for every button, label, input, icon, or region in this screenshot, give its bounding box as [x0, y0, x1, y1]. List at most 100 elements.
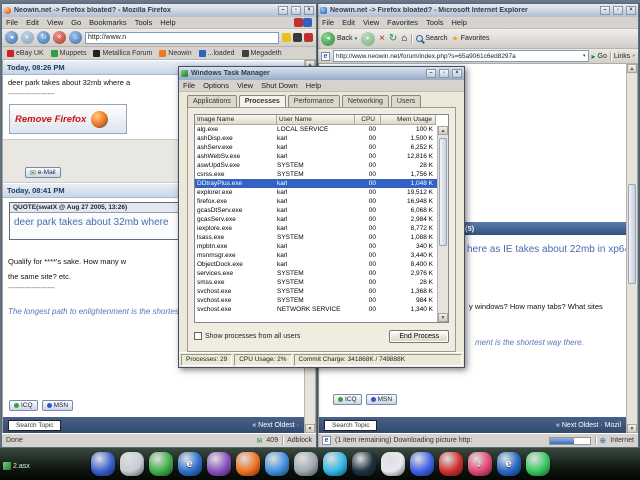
menu-item[interactable]: Shut Down — [261, 81, 298, 90]
email-button[interactable]: ✉ e-Mail — [25, 167, 61, 178]
process-row[interactable]: services.exe SYSTEM 00 2,976 K — [195, 269, 437, 278]
close-button[interactable]: × — [304, 6, 314, 15]
scroll-down-icon[interactable]: ▼ — [305, 424, 315, 433]
dropdown-icon[interactable]: ▾ — [583, 53, 586, 59]
process-row[interactable]: firefox.exe karl 00 16,948 K — [195, 197, 437, 206]
menu-item[interactable]: Options — [203, 81, 229, 90]
dock-icon[interactable] — [149, 452, 173, 476]
scroll-up-icon[interactable]: ▲ — [438, 126, 448, 135]
close-button[interactable]: × — [452, 69, 462, 78]
column-header[interactable]: CPU — [355, 115, 381, 125]
dock-icon[interactable] — [236, 452, 260, 476]
menu-item[interactable]: Help — [452, 18, 467, 27]
column-header[interactable]: Mem Usage — [381, 115, 436, 125]
dock-icon[interactable] — [91, 452, 115, 476]
favorites-button[interactable]: ★ Favorites — [452, 34, 490, 43]
dock-icon[interactable]: e — [497, 452, 521, 476]
process-row[interactable]: gcasDtServ.exe karl 00 6,068 K — [195, 206, 437, 215]
dock-icon[interactable] — [265, 452, 289, 476]
back-button[interactable]: ◂ Back ▾ — [321, 32, 357, 46]
column-header[interactable]: User Name — [277, 115, 355, 125]
process-list-scrollbar[interactable]: ▲ ▼ — [437, 126, 448, 322]
minimize-button[interactable]: – — [278, 6, 288, 15]
bookmark-item[interactable]: Muppets — [51, 50, 87, 57]
menu-item[interactable]: File — [183, 81, 195, 90]
url-field[interactable]: http://www.n — [85, 32, 279, 44]
refresh-button[interactable]: ↻ — [389, 33, 397, 45]
close-button[interactable]: × — [626, 6, 636, 15]
taskbar-item[interactable]: 2.asx — [3, 462, 30, 470]
bookmark-item[interactable]: Megadeth — [242, 50, 282, 57]
dock-icon[interactable] — [526, 452, 550, 476]
firefox-titlebar[interactable]: Neowin.net -> Firefox bloated? - Mozilla… — [2, 4, 316, 17]
back-button[interactable]: ◂ — [5, 31, 18, 44]
extension-icon[interactable] — [304, 33, 313, 42]
maximize-button[interactable]: ▫ — [613, 6, 623, 15]
process-row[interactable]: msnmsgr.exe karl 00 3,440 K — [195, 251, 437, 260]
process-row[interactable]: aswUpdSv.exe SYSTEM 00 28 K — [195, 161, 437, 170]
menu-item[interactable]: Tools — [426, 18, 444, 27]
extension-icon[interactable] — [303, 18, 312, 27]
maximize-button[interactable]: ▫ — [439, 69, 449, 78]
task-manager-titlebar[interactable]: Windows Task Manager – ▫ × — [179, 67, 464, 80]
icq-button[interactable]: ICQ — [333, 394, 362, 405]
menu-item[interactable]: Edit — [26, 18, 39, 27]
mail-icon[interactable]: ✉ — [257, 437, 263, 445]
menu-item[interactable]: File — [322, 18, 334, 27]
reload-button[interactable]: ↻ — [37, 31, 50, 44]
menu-item[interactable]: Help — [306, 81, 321, 90]
msn-button[interactable]: MSN — [366, 394, 397, 405]
process-row[interactable]: svchost.exe SYSTEM 00 984 K — [195, 296, 437, 305]
bookmark-item[interactable]: ...loaded — [199, 50, 235, 57]
menu-item[interactable]: Bookmarks — [89, 18, 127, 27]
tab[interactable]: Users — [391, 95, 421, 107]
menu-item[interactable]: Favorites — [387, 18, 418, 27]
dock-icon[interactable] — [381, 452, 405, 476]
scrollbar-thumb[interactable] — [628, 184, 636, 284]
extension-icon[interactable] — [282, 33, 291, 42]
scroll-up-icon[interactable]: ▲ — [627, 64, 637, 73]
bookmark-item[interactable]: Neowin — [159, 50, 191, 57]
menu-item[interactable]: Help — [160, 18, 175, 27]
dock-icon[interactable] — [352, 452, 376, 476]
show-all-users-checkbox[interactable]: Show processes from all users — [194, 332, 300, 340]
search-topic-button[interactable]: Search Topic — [324, 420, 377, 431]
menu-item[interactable]: File — [6, 18, 18, 27]
process-row[interactable]: DDtrayPlus.exe karl 00 1,048 K — [195, 179, 437, 188]
process-row[interactable]: gcasServ.exe karl 00 2,984 K — [195, 215, 437, 224]
process-row[interactable]: svchost.exe SYSTEM 00 1,368 K — [195, 287, 437, 296]
menu-item[interactable]: Go — [71, 18, 81, 27]
tab[interactable]: Processes — [239, 95, 286, 107]
scrollbar-thumb[interactable] — [439, 138, 447, 246]
process-row[interactable]: csrss.exe SYSTEM 00 1,756 K — [195, 170, 437, 179]
menu-item[interactable]: Tools — [135, 18, 153, 27]
ie-titlebar[interactable]: Neowin.net -> Firefox bloated? - Microso… — [318, 4, 638, 17]
stop-button[interactable]: × — [379, 33, 385, 45]
msn-button[interactable]: MSN — [42, 400, 73, 411]
process-row[interactable]: ashServ.exe karl 00 6,252 K — [195, 143, 437, 152]
home-button[interactable]: ⌂ — [401, 33, 407, 45]
tab[interactable]: Networking — [342, 95, 389, 107]
process-row[interactable]: smss.exe SYSTEM 00 28 K — [195, 278, 437, 287]
forward-button[interactable]: ▸ — [21, 31, 34, 44]
adblock-icon[interactable] — [294, 18, 303, 27]
process-row[interactable]: explorer.exe karl 00 19,512 K — [195, 188, 437, 197]
adblock-status[interactable]: Adblock — [287, 437, 312, 444]
process-row[interactable]: svchost.exe NETWORK SERVICE 00 1,340 K — [195, 305, 437, 314]
scrollbar[interactable]: ▲ ▼ — [626, 64, 637, 433]
bookmark-item[interactable]: eBay UK — [7, 50, 44, 57]
next-oldest-link[interactable]: « Next Oldest · Mozil — [556, 422, 621, 429]
home-button[interactable]: ⌂ — [69, 31, 82, 44]
process-row[interactable]: ashDisp.exe karl 00 1,500 K — [195, 134, 437, 143]
dock-icon[interactable]: ♪ — [468, 452, 492, 476]
forward-button[interactable]: ▸ — [361, 32, 375, 46]
process-row[interactable]: ObjectDock.exe karl 00 8,400 K — [195, 260, 437, 269]
menu-item[interactable]: Edit — [342, 18, 355, 27]
stop-button[interactable]: × — [53, 31, 66, 44]
process-row[interactable]: lsass.exe SYSTEM 00 1,088 K — [195, 233, 437, 242]
menu-item[interactable]: View — [47, 18, 63, 27]
dock-icon[interactable] — [207, 452, 231, 476]
next-oldest-link[interactable]: « Next Oldest · — [252, 422, 299, 429]
scroll-down-icon[interactable]: ▼ — [627, 424, 637, 433]
process-row[interactable]: iexplore.exe karl 00 8,772 K — [195, 224, 437, 233]
